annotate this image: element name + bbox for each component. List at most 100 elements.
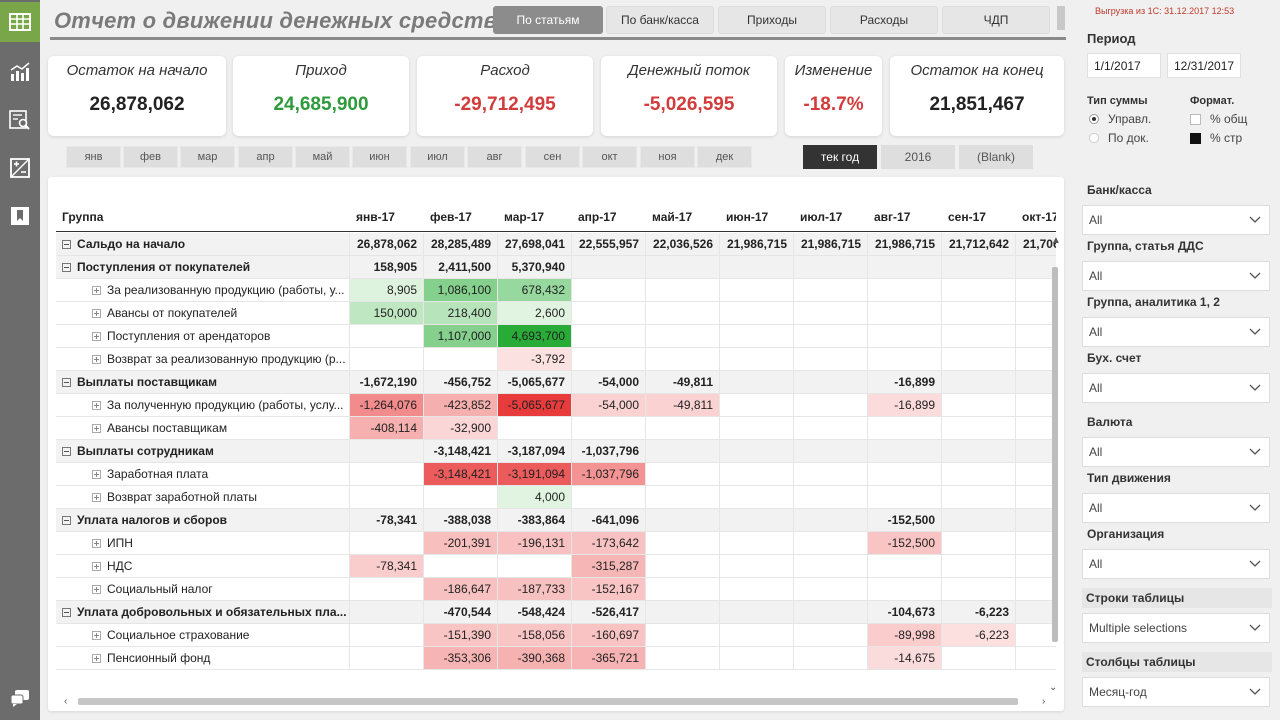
- tabs-scrollbar[interactable]: [1057, 6, 1065, 30]
- tab-by-articles[interactable]: По статьям: [493, 6, 603, 34]
- month-may[interactable]: май: [295, 146, 350, 168]
- expand-icon[interactable]: [92, 423, 101, 433]
- nav-report-search-button[interactable]: [0, 100, 40, 140]
- tab-by-bank-cash[interactable]: По банк/касса: [606, 6, 714, 34]
- radio-unselected[interactable]: [1089, 133, 1099, 143]
- month-sep[interactable]: сен: [525, 146, 580, 168]
- row-label-cell[interactable]: Социальный налог: [56, 578, 350, 601]
- row-label-cell[interactable]: Заработная плата: [56, 463, 350, 486]
- filter-dropdown[interactable]: All: [1082, 205, 1270, 235]
- nav-chart-button[interactable]: [0, 52, 40, 92]
- nav-bookmark-button[interactable]: [0, 196, 40, 236]
- column-header-month[interactable]: янв-17: [350, 202, 424, 232]
- filter-dropdown[interactable]: All: [1082, 373, 1270, 403]
- collapse-icon[interactable]: [62, 607, 71, 617]
- chevron-down-icon[interactable]: [1249, 326, 1261, 338]
- date-to-input[interactable]: 12/31/2017: [1167, 53, 1241, 78]
- column-header-month[interactable]: май-17: [646, 202, 720, 232]
- row-label-cell[interactable]: За реализованную продукцию (работы, у...: [56, 279, 350, 302]
- row-label-cell[interactable]: Выплаты поставщикам: [56, 371, 350, 394]
- expand-icon[interactable]: [92, 331, 101, 341]
- filter-dropdown[interactable]: All: [1082, 493, 1270, 523]
- expand-icon[interactable]: [92, 400, 101, 410]
- filter-dropdown[interactable]: All: [1082, 317, 1270, 347]
- column-header-month[interactable]: сен-17: [942, 202, 1016, 232]
- collapse-icon[interactable]: [62, 377, 71, 387]
- column-header-group[interactable]: Группа: [56, 202, 350, 232]
- expand-icon[interactable]: [92, 538, 101, 548]
- row-label-cell[interactable]: Сальдо на начало: [56, 233, 350, 256]
- matrix-horizontal-scrollbar[interactable]: [78, 698, 1018, 705]
- month-feb[interactable]: фев: [123, 146, 178, 168]
- expand-icon[interactable]: [92, 653, 101, 663]
- row-label-cell[interactable]: Выплаты сотрудникам: [56, 440, 350, 463]
- chevron-down-icon[interactable]: [1249, 502, 1261, 514]
- filter-dropdown[interactable]: All: [1082, 549, 1270, 579]
- tab-income[interactable]: Приходы: [718, 6, 826, 34]
- checkbox-checked[interactable]: [1190, 132, 1201, 144]
- chevron-down-icon[interactable]: [1249, 446, 1261, 458]
- column-header-month[interactable]: авг-17: [868, 202, 942, 232]
- row-label-cell[interactable]: НДС: [56, 555, 350, 578]
- year-blank-button[interactable]: (Blank): [959, 145, 1033, 169]
- sum-type-managerial-option[interactable]: Управл.: [1089, 112, 1151, 126]
- row-label-cell[interactable]: ИПН: [56, 532, 350, 555]
- matrix-vertical-scrollbar[interactable]: [1052, 267, 1058, 642]
- month-jun[interactable]: июн: [352, 146, 407, 168]
- row-label-cell[interactable]: Пенсионный фонд: [56, 647, 350, 670]
- chevron-down-icon[interactable]: [1249, 686, 1261, 698]
- scroll-down-chevron[interactable]: ⌄: [1049, 682, 1057, 693]
- row-label-cell[interactable]: За полученную продукцию (работы, услу...: [56, 394, 350, 417]
- row-label-cell[interactable]: Авансы от покупателей: [56, 302, 350, 325]
- scroll-left-arrow[interactable]: ‹: [64, 696, 67, 707]
- row-label-cell[interactable]: Возврат за реализованную продукцию (р...: [56, 348, 350, 371]
- date-from-input[interactable]: 1/1/2017: [1087, 53, 1161, 78]
- column-header-month[interactable]: окт-17: [1016, 202, 1056, 232]
- row-label-cell[interactable]: Социальное страхование: [56, 624, 350, 647]
- column-header-month[interactable]: июн-17: [720, 202, 794, 232]
- month-mar[interactable]: мар: [180, 146, 235, 168]
- month-nov[interactable]: ноя: [640, 146, 695, 168]
- nav-plus-minus-button[interactable]: [0, 148, 40, 188]
- expand-icon[interactable]: [92, 492, 101, 502]
- scroll-right-arrow[interactable]: ›: [1042, 696, 1045, 707]
- filter-dropdown[interactable]: Месяц-год: [1082, 677, 1270, 707]
- column-header-month[interactable]: фев-17: [424, 202, 498, 232]
- chevron-down-icon[interactable]: [1249, 214, 1261, 226]
- chevron-down-icon[interactable]: [1249, 270, 1261, 282]
- expand-icon[interactable]: [92, 308, 101, 318]
- row-label-cell[interactable]: Поступления от арендаторов: [56, 325, 350, 348]
- filter-dropdown[interactable]: All: [1082, 261, 1270, 291]
- month-jul[interactable]: июл: [410, 146, 465, 168]
- checkbox-unchecked[interactable]: [1190, 113, 1201, 125]
- nav-chat-button[interactable]: [0, 678, 40, 718]
- month-apr[interactable]: апр: [238, 146, 293, 168]
- nav-table-button[interactable]: [0, 2, 40, 42]
- expand-icon[interactable]: [92, 285, 101, 295]
- tab-expenses[interactable]: Расходы: [830, 6, 938, 34]
- column-header-month[interactable]: апр-17: [572, 202, 646, 232]
- month-jan[interactable]: янв: [66, 146, 121, 168]
- row-label-cell[interactable]: Авансы поставщикам: [56, 417, 350, 440]
- collapse-icon[interactable]: [62, 446, 71, 456]
- expand-icon[interactable]: [92, 584, 101, 594]
- filter-dropdown[interactable]: Multiple selections: [1082, 613, 1270, 643]
- collapse-icon[interactable]: [62, 262, 71, 272]
- tab-net-cash-flow[interactable]: ЧДП: [942, 6, 1050, 34]
- month-aug[interactable]: авг: [467, 146, 522, 168]
- format-total-percent-option[interactable]: % общ: [1190, 112, 1247, 126]
- row-label-cell[interactable]: Уплата налогов и сборов: [56, 509, 350, 532]
- expand-icon[interactable]: [92, 469, 101, 479]
- chevron-down-icon[interactable]: [1249, 382, 1261, 394]
- month-dec[interactable]: дек: [697, 146, 752, 168]
- expand-icon[interactable]: [92, 561, 101, 571]
- expand-icon[interactable]: [92, 354, 101, 364]
- row-label-cell[interactable]: Уплата добровольных и обязательных пла..…: [56, 601, 350, 624]
- radio-selected[interactable]: [1089, 114, 1099, 124]
- format-row-percent-option[interactable]: % стр: [1190, 131, 1242, 145]
- row-label-cell[interactable]: Возврат заработной платы: [56, 486, 350, 509]
- sum-type-document-option[interactable]: По док.: [1089, 131, 1149, 145]
- year-2016-button[interactable]: 2016: [881, 145, 955, 169]
- column-header-month[interactable]: июл-17: [794, 202, 868, 232]
- year-current-button[interactable]: тек год: [803, 145, 877, 169]
